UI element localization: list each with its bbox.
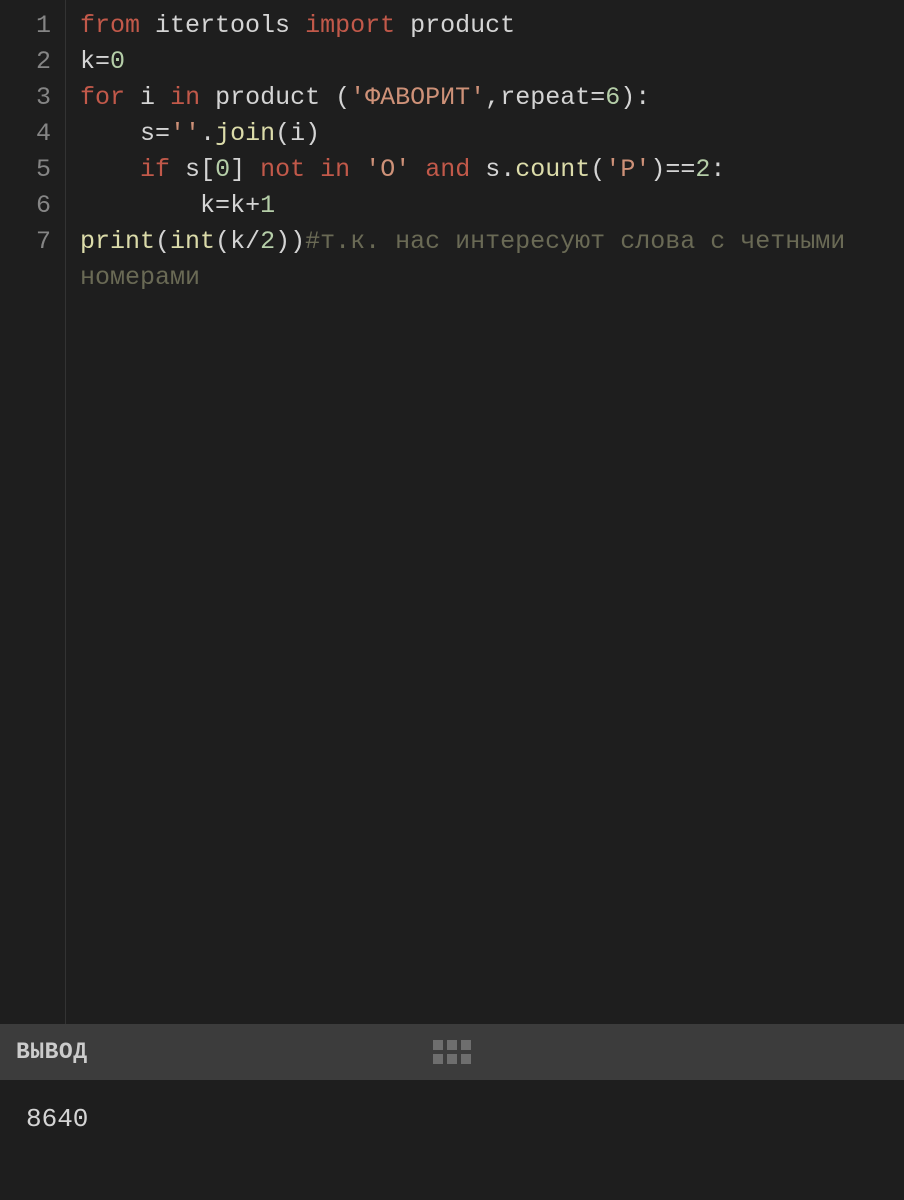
number: 6 [605,83,620,112]
line-number: 5 [0,152,51,188]
line-number: 4 [0,116,51,152]
operator: / [245,227,260,256]
variable: k [230,227,245,256]
method: join [215,119,275,148]
code-line[interactable]: if s[0] not in 'О' and s.count('Р')==2: [80,152,904,188]
operator: = [215,191,230,220]
output-title: ВЫВОД [16,1039,88,1065]
keyword-if: if [140,155,170,184]
operator: + [245,191,260,220]
string: 'О' [365,155,410,184]
variable: k [80,47,95,76]
code-line[interactable]: s=''.join(i) [80,116,904,152]
code-line[interactable]: from itertools import product [80,8,904,44]
punctuation: [ [200,155,215,184]
function-call: int [170,227,215,256]
keyword-for: for [80,83,125,112]
keyword-from: from [80,11,140,40]
punctuation: ) [290,227,305,256]
operator: = [155,119,170,148]
indent [80,119,140,148]
string: 'Р' [605,155,650,184]
variable: k [230,191,245,220]
punctuation: ( [320,83,350,112]
variable: s [140,119,155,148]
code-editor[interactable]: 1 2 3 4 5 6 7 from itertools import prod… [0,0,904,1024]
punctuation: ] [230,155,245,184]
punctuation: ) [650,155,665,184]
line-number: 2 [0,44,51,80]
keyword-not: not [260,155,305,184]
punctuation: ) [275,227,290,256]
number: 0 [215,155,230,184]
code-line[interactable]: k=k+1 [80,188,904,224]
punctuation: ( [590,155,605,184]
line-number: 6 [0,188,51,224]
number: 1 [260,191,275,220]
punctuation: ( [215,227,230,256]
variable: k [200,191,215,220]
function-call: print [80,227,155,256]
line-number: 1 [0,8,51,44]
string: 'ФАВОРИТ' [350,83,485,112]
parameter: repeat [500,83,590,112]
code-content[interactable]: from itertools import product k=0 for i … [66,0,904,1024]
import-name: product [410,11,515,40]
code-line[interactable]: for i in product ('ФАВОРИТ',repeat=6): [80,80,904,116]
number: 0 [110,47,125,76]
punctuation: ) [305,119,320,148]
keyword-in: in [170,83,200,112]
punctuation: ): [620,83,650,112]
keyword-and: and [425,155,470,184]
module-name: itertools [155,11,290,40]
string: '' [170,119,200,148]
variable: s [485,155,500,184]
code-line[interactable]: k=0 [80,44,904,80]
punctuation: . [500,155,515,184]
output-panel-header[interactable]: ВЫВОД [0,1024,904,1080]
number: 2 [695,155,710,184]
output-value: 8640 [26,1104,88,1134]
method: count [515,155,590,184]
line-number: 3 [0,80,51,116]
operator: = [95,47,110,76]
punctuation: ( [155,227,170,256]
code-line[interactable]: print(int(k/2))#т.к. нас интересуют слов… [80,224,904,260]
keyword-import: import [305,11,395,40]
output-panel-body: 8640 [0,1080,904,1200]
variable: i [290,119,305,148]
number: 2 [260,227,275,256]
operator: == [665,155,695,184]
variable: i [140,83,155,112]
function-call: product [215,83,320,112]
variable: s [185,155,200,184]
punctuation: ( [275,119,290,148]
punctuation: . [200,119,215,148]
operator: = [590,83,605,112]
keyword-in: in [320,155,350,184]
indent [80,191,200,220]
indent [80,155,140,184]
drag-handle-icon[interactable] [433,1040,471,1064]
line-number: 7 [0,224,51,260]
punctuation: : [710,155,725,184]
punctuation: , [485,83,500,112]
line-gutter: 1 2 3 4 5 6 7 [0,0,66,1024]
